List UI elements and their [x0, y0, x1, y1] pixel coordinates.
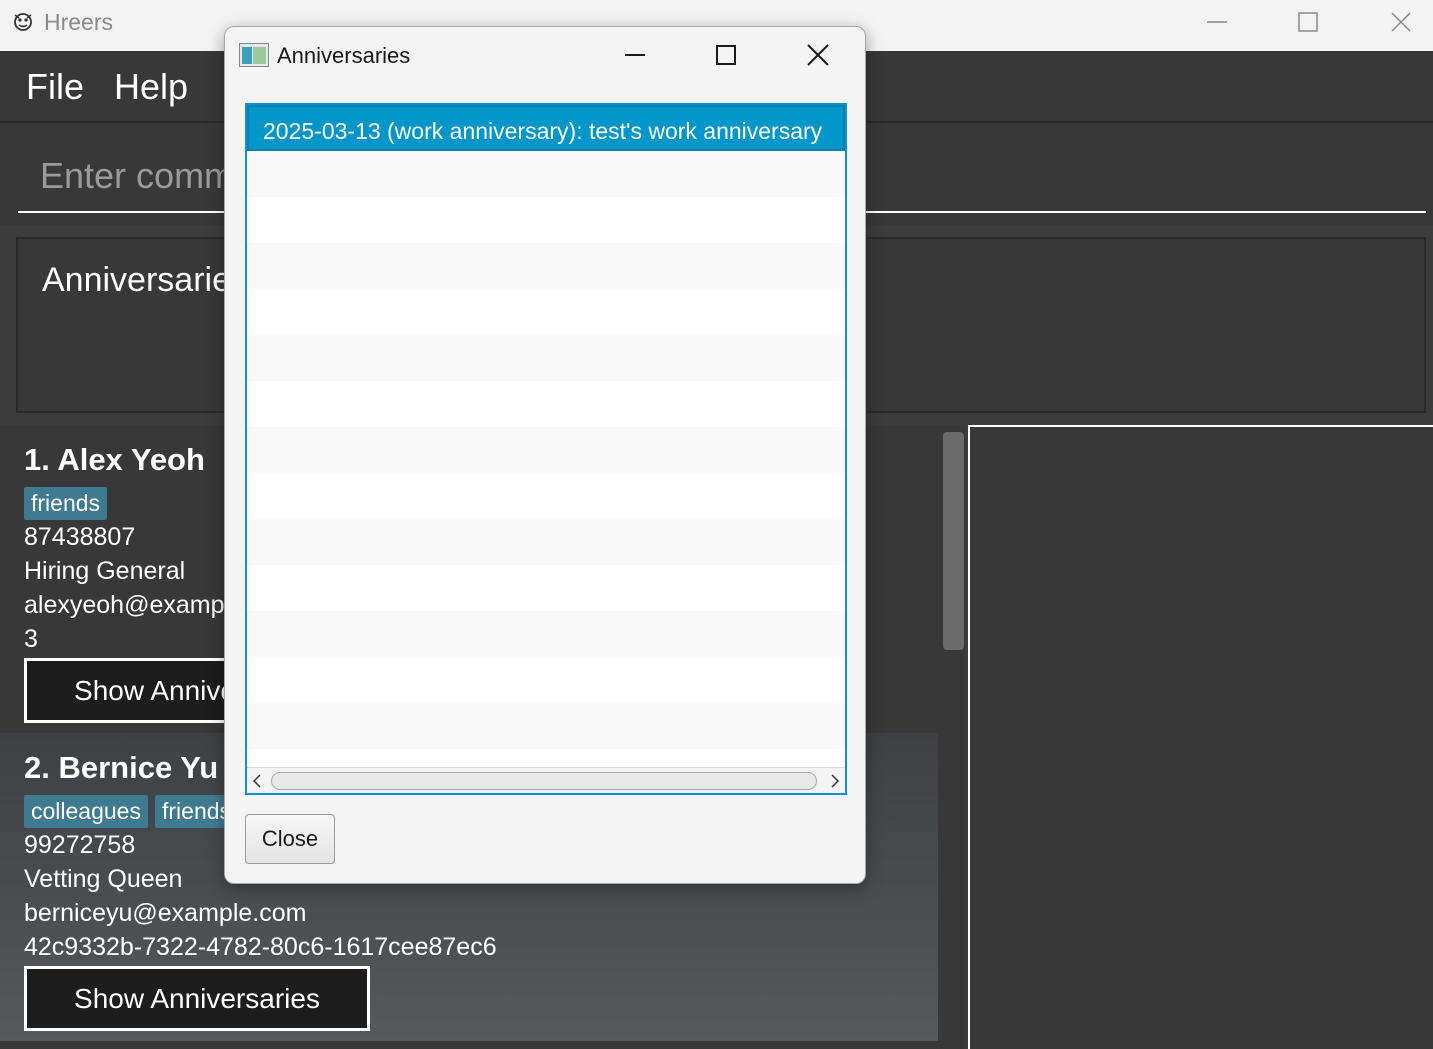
anniversary-text: 2025-03-13 (work anniversary): test's wo…: [263, 118, 823, 144]
scrollbar-thumb[interactable]: [271, 772, 817, 790]
close-window-button[interactable]: [1355, 0, 1433, 44]
dialog-maximize-button[interactable]: [686, 33, 766, 77]
empty-list-row: [247, 243, 845, 289]
empty-list-row: [247, 703, 845, 749]
anniversaries-dialog[interactable]: Anniversaries 2025-03-13 (work anniversa…: [224, 26, 866, 884]
show-anniversaries-button[interactable]: Show Anniversaries: [24, 966, 370, 1031]
minimize-icon: [1207, 21, 1227, 23]
anniversary-item[interactable]: 2025-03-13 (work anniversary): test's wo…: [247, 105, 845, 151]
dialog-minimize-button[interactable]: [595, 33, 675, 77]
close-icon: [807, 44, 829, 66]
close-button[interactable]: Close: [245, 814, 335, 864]
person-phone: 99272758: [24, 831, 136, 859]
chevron-left-icon[interactable]: [251, 773, 263, 789]
horizontal-scrollbar[interactable]: [247, 767, 845, 793]
maximize-button[interactable]: [1262, 0, 1354, 44]
person-name: 1. Alex Yeoh: [24, 442, 205, 477]
minimize-icon: [625, 54, 645, 56]
tag: friends: [24, 487, 108, 520]
empty-list-row: [247, 289, 845, 335]
java-window-icon: [239, 43, 269, 67]
anniversary-list[interactable]: 2025-03-13 (work anniversary): test's wo…: [245, 103, 847, 795]
empty-list-row: [247, 335, 845, 381]
app-title: Hreers: [44, 9, 114, 35]
empty-list-row: [247, 611, 845, 657]
dialog-title: Anniversaries: [277, 43, 411, 68]
dialog-close-button[interactable]: [778, 33, 858, 77]
empty-list-row: [247, 151, 845, 197]
detail-panel: [968, 425, 1433, 1049]
empty-list-row: [247, 197, 845, 243]
maximize-icon: [716, 45, 736, 65]
chevron-right-icon[interactable]: [829, 773, 841, 789]
maximize-icon: [1298, 12, 1318, 32]
empty-list-row: [247, 381, 845, 427]
person-job: Hiring General: [24, 557, 186, 585]
empty-list-row: [247, 427, 845, 473]
list-scrollbar[interactable]: [943, 432, 964, 650]
person-name: 2. Bernice Yu: [24, 750, 219, 785]
person-id: 42c9332b-7322-4782-80c6-1617cee87ec6: [24, 933, 497, 961]
result-text: Anniversaries: [42, 261, 248, 299]
menu-help[interactable]: Help: [114, 66, 188, 108]
empty-list-row: [247, 519, 845, 565]
close-icon: [1391, 12, 1411, 32]
empty-list-row: [247, 565, 845, 611]
empty-list-row: [247, 473, 845, 519]
menu-file[interactable]: File: [26, 66, 84, 108]
person-id: 3: [24, 625, 38, 653]
tag: colleagues: [24, 795, 148, 828]
minimize-button[interactable]: [1171, 0, 1263, 44]
app-mascot-icon: [14, 13, 32, 31]
person-phone: 87438807: [24, 523, 136, 551]
person-email: berniceyu@example.com: [24, 899, 307, 927]
empty-list-row: [247, 657, 845, 703]
person-job: Vetting Queen: [24, 865, 183, 893]
